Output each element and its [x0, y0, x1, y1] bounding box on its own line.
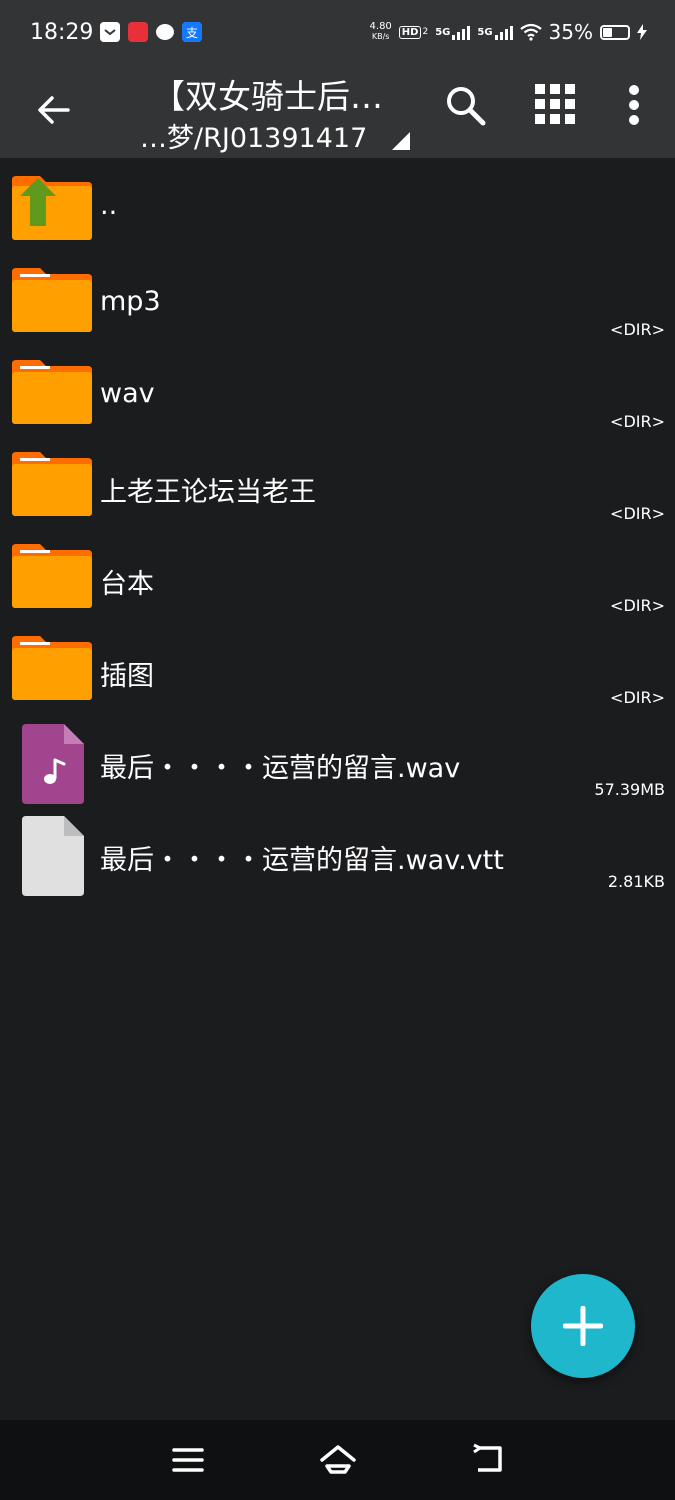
net-speed-unit: KB/s [371, 32, 390, 41]
net-speed-value: 4.80 [369, 21, 392, 32]
hd-voice-icon: HD [398, 25, 422, 39]
notification-icons: 支 [100, 22, 202, 42]
signal-2-icon [494, 24, 513, 40]
file-name: 最后・・・・运营的留言.wav [100, 753, 461, 784]
sim1-label: 5G [435, 26, 451, 38]
file-name: 最后・・・・运营的留言.wav.vtt [100, 845, 504, 876]
folder-icon [12, 544, 92, 608]
shopping-app-icon [128, 22, 148, 42]
home-icon [320, 1445, 356, 1474]
path-title[interactable]: 【双女骑士后… …梦/RJ01391417 [140, 68, 420, 158]
audio-file-icon [22, 724, 84, 804]
wifi-icon [519, 23, 542, 41]
file-name: 上老王论坛当老王 [100, 477, 316, 508]
file-name: mp3 [100, 286, 161, 317]
file-meta: <DIR> [610, 596, 665, 615]
file-list: .. mp3 <DIR> wav <DIR> 上老王论坛当老王 <DIR> 台本… [0, 162, 675, 898]
folder-path: …梦/RJ01391417 [140, 123, 368, 154]
grid-view-icon [535, 84, 575, 124]
file-icon [22, 816, 84, 896]
list-item-folder[interactable]: mp3 <DIR> [0, 254, 675, 346]
hd-sub: 2 [422, 27, 429, 37]
file-name: 插图 [100, 661, 154, 692]
file-meta: <DIR> [610, 504, 665, 523]
list-item-folder[interactable]: 插图 <DIR> [0, 622, 675, 714]
file-meta: <DIR> [610, 412, 665, 431]
status-time: 18:29 [30, 20, 94, 45]
file-name: .. [100, 190, 118, 221]
charging-icon [637, 24, 647, 40]
search-icon [447, 87, 486, 126]
chat-app-icon [156, 24, 174, 40]
back-nav-icon [473, 1443, 502, 1472]
net-speed: 4.80 KB/s [370, 22, 392, 42]
file-meta: 2.81KB [607, 872, 665, 891]
dropdown-triangle-icon [392, 132, 410, 150]
system-nav-bar [0, 1420, 675, 1500]
battery-percent: 35% [548, 20, 593, 44]
file-name: wav [100, 378, 155, 409]
plus-icon [563, 1306, 603, 1346]
list-item-folder[interactable]: 上老王论坛当老王 <DIR> [0, 438, 675, 530]
sim2-label: 5G [477, 26, 493, 38]
file-meta: 57.39MB [594, 780, 665, 799]
more-options-button[interactable] [620, 84, 648, 128]
more-vert-icon [629, 85, 639, 125]
file-meta: <DIR> [610, 320, 665, 339]
mail-app-icon [100, 22, 120, 42]
file-meta: <DIR> [610, 688, 665, 707]
status-indicators: 4.80 KB/s HD 2 5G 5G 35% [370, 20, 647, 44]
folder-up-icon [12, 176, 92, 240]
list-item-file[interactable]: 最后・・・・运营的留言.wav 57.39MB [0, 714, 675, 806]
search-button[interactable] [444, 84, 488, 128]
list-item-parent-dir[interactable]: .. [0, 162, 675, 254]
folder-title: 【双女骑士后… [152, 77, 383, 116]
svg-text:支: 支 [186, 26, 198, 40]
file-name: 台本 [100, 569, 154, 600]
recent-apps-button[interactable] [170, 1442, 206, 1478]
add-button[interactable] [531, 1274, 635, 1378]
folder-icon [12, 636, 92, 700]
arrow-left-icon [38, 96, 70, 124]
status-bar: 18:29 支 4.80 KB/s HD 2 5G 5G 35% [0, 0, 675, 68]
list-item-folder[interactable]: wav <DIR> [0, 346, 675, 438]
app-bar: 【双女骑士后… …梦/RJ01391417 [0, 68, 675, 158]
alipay-app-icon: 支 [182, 22, 202, 42]
hd-label: HD [401, 26, 419, 38]
home-button[interactable] [319, 1442, 356, 1478]
list-item-file[interactable]: 最后・・・・运营的留言.wav.vtt 2.81KB [0, 806, 675, 898]
folder-icon [12, 360, 92, 424]
menu-icon [172, 1448, 204, 1472]
back-nav-button[interactable] [470, 1442, 506, 1478]
battery-icon [600, 24, 630, 40]
signal-1-icon [452, 24, 471, 40]
view-mode-button[interactable] [535, 84, 575, 124]
folder-icon [12, 452, 92, 516]
list-item-folder[interactable]: 台本 <DIR> [0, 530, 675, 622]
back-button[interactable] [34, 90, 74, 130]
folder-icon [12, 268, 92, 332]
